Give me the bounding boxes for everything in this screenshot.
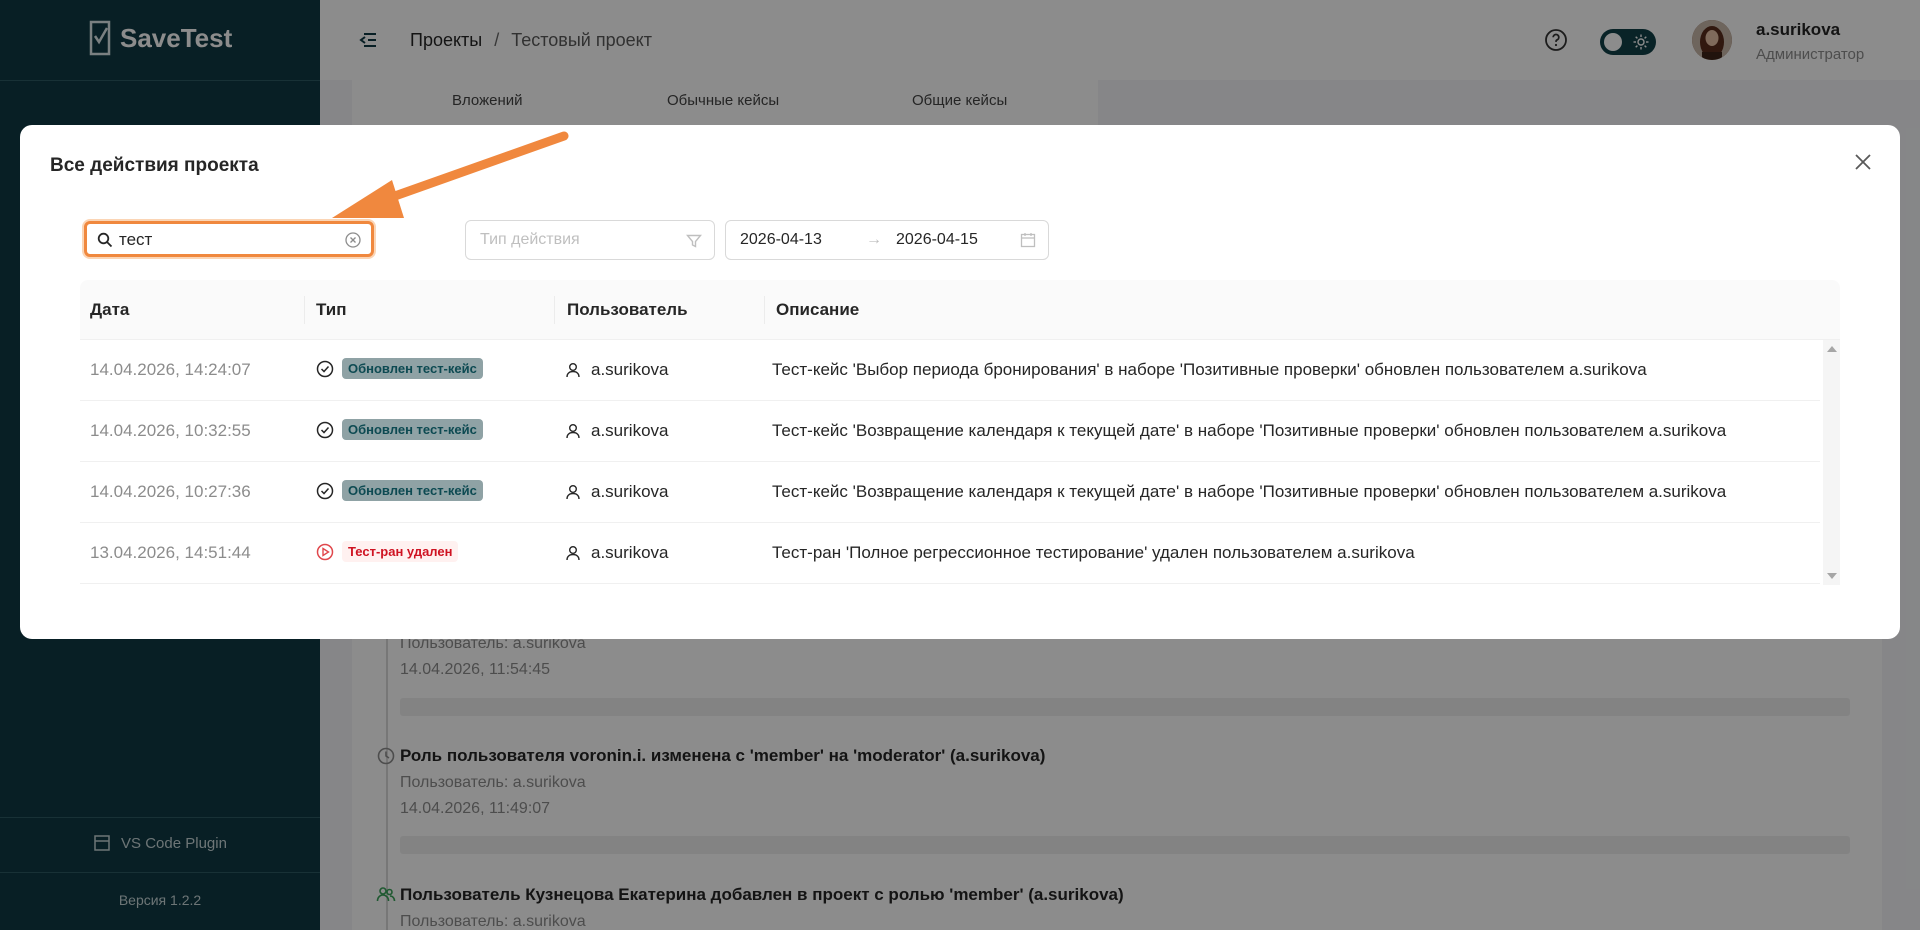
user-name-cell: a.surikova [591,482,669,501]
user-name-cell: a.surikova [591,421,669,440]
type-tag: Тест-ран удален [342,541,459,562]
scroll-up-arrow-icon[interactable] [1827,346,1837,352]
row-type: Обновлен тест-кейс [316,419,483,440]
row-description: Тест-кейс 'Выбор периода бронирования' в… [772,360,1647,379]
filter-icon [686,234,702,248]
range-arrow-icon: → [866,231,882,248]
row-user: a.surikova [565,421,668,441]
column-date[interactable]: Дата [90,300,129,320]
user-icon [566,424,580,439]
type-tag: Обновлен тест-кейс [342,419,483,440]
row-type: Обновлен тест-кейс [316,480,483,501]
date-to[interactable]: 2026-04-15 [896,231,978,249]
table-header: Дата Тип Пользователь Описание [80,280,1840,340]
project-actions-modal: Все действия проекта Тип действия 2026-0… [20,125,1900,639]
row-date: 14.04.2026, 10:32:55 [90,421,251,440]
table-row[interactable]: 14.04.2026, 10:32:55 Обновлен тест-кейс … [80,401,1820,462]
column-divider [764,296,765,324]
row-user: a.surikova [565,360,668,380]
row-type: Обновлен тест-кейс [316,358,483,379]
annotation-arrow-icon [332,131,569,218]
user-icon [566,485,580,500]
action-type-placeholder: Тип действия [480,231,580,248]
column-divider [554,296,555,324]
scroll-down-arrow-icon[interactable] [1827,573,1837,579]
row-description: Тест-ран 'Полное регрессионное тестирова… [772,543,1415,562]
actions-table: Дата Тип Пользователь Описание 14.04.202… [80,280,1840,585]
check-circle-icon [316,482,334,499]
row-user: a.surikova [565,482,668,502]
check-circle-icon [316,360,334,377]
row-date: 13.04.2026, 14:51:44 [90,543,251,562]
table-row[interactable]: 14.04.2026, 14:24:07 Обновлен тест-кейс … [80,340,1820,401]
user-name-cell: a.surikova [591,543,669,562]
row-description: Тест-кейс 'Возвращение календаря к текущ… [772,421,1727,440]
search-input[interactable] [119,228,339,252]
calendar-icon [1020,233,1036,248]
column-user[interactable]: Пользователь [567,300,688,320]
row-type: Тест-ран удален [316,541,459,562]
date-range-picker[interactable]: 2026-04-13 → 2026-04-15 [725,220,1049,260]
table-row[interactable]: 13.04.2026, 14:51:44 Тест-ран удален a.s… [80,523,1820,584]
table-row[interactable]: 14.04.2026, 10:27:36 Обновлен тест-кейс … [80,462,1820,523]
type-tag: Обновлен тест-кейс [342,358,483,379]
user-icon [566,546,580,561]
check-circle-icon [316,421,334,438]
clear-icon[interactable] [345,232,361,248]
user-icon [566,363,580,378]
play-circle-icon [316,543,334,560]
row-user: a.surikova [565,543,668,563]
row-description: Тест-кейс 'Возвращение календаря к текущ… [772,482,1727,501]
search-icon [97,232,113,248]
column-type[interactable]: Тип [316,300,346,320]
column-divider [304,296,305,324]
row-date: 14.04.2026, 10:27:36 [90,482,251,501]
column-description[interactable]: Описание [776,300,859,320]
close-icon[interactable] [1852,151,1874,173]
user-name-cell: a.surikova [591,360,669,379]
row-date: 14.04.2026, 14:24:07 [90,360,251,379]
date-from[interactable]: 2026-04-13 [740,231,822,249]
type-tag: Обновлен тест-кейс [342,480,483,501]
modal-title: Все действия проекта [50,155,259,176]
table-scrollbar[interactable] [1823,340,1840,585]
